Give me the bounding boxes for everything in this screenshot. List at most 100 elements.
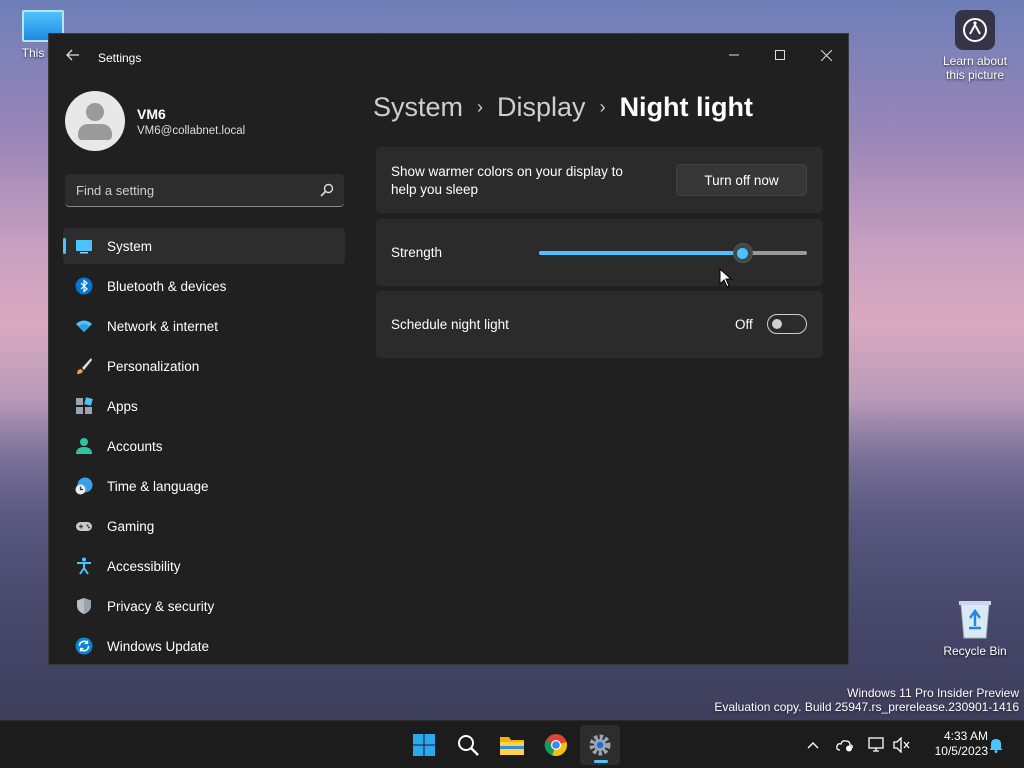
file-explorer-button[interactable] xyxy=(492,725,532,765)
strength-slider[interactable] xyxy=(539,243,807,263)
sidebar-item-label: Bluetooth & devices xyxy=(107,278,227,294)
watermark-line-1: Windows 11 Pro Insider Preview xyxy=(847,686,1019,700)
desktop-icon-label: Learn about this picture xyxy=(942,54,1008,82)
network-wired-icon xyxy=(868,737,884,752)
shield-icon xyxy=(77,598,91,614)
sidebar-item-label: Privacy & security xyxy=(107,598,215,614)
chrome-button[interactable] xyxy=(536,725,576,765)
turn-off-now-button[interactable]: Turn off now xyxy=(676,164,807,196)
search-input[interactable] xyxy=(65,174,305,206)
sidebar-item-network[interactable]: Network & internet xyxy=(63,308,345,344)
sidebar-item-accounts[interactable]: Accounts xyxy=(63,428,345,464)
schedule-label: Schedule night light xyxy=(391,317,509,332)
sidebar-item-label: Personalization xyxy=(107,358,200,374)
file-explorer-icon xyxy=(500,737,524,755)
sidebar-item-label: System xyxy=(107,238,153,254)
minimize-button[interactable] xyxy=(711,40,757,70)
user-name: VM6 xyxy=(137,106,166,122)
sidebar-item-label: Accessibility xyxy=(107,558,181,574)
update-icon xyxy=(75,637,93,655)
start-button[interactable] xyxy=(404,725,444,765)
network-tray-button[interactable] xyxy=(867,735,887,755)
sidebar-item-privacy-security[interactable]: Privacy & security xyxy=(63,588,345,624)
desktop-icon-recycle-bin[interactable]: Recycle Bin xyxy=(940,598,1010,658)
schedule-card: Schedule night light Off xyxy=(376,291,823,358)
sidebar-item-personalization[interactable]: Personalization xyxy=(63,348,345,384)
slider-thumb[interactable] xyxy=(732,243,753,263)
minimize-icon xyxy=(729,54,739,56)
notifications-button[interactable] xyxy=(986,735,1006,755)
brush-icon xyxy=(77,358,92,374)
page-title: Night light xyxy=(619,92,754,122)
title-bar[interactable]: Settings xyxy=(49,34,848,82)
globe-clock-icon xyxy=(75,477,93,495)
taskbar-search-button[interactable] xyxy=(448,725,488,765)
watermark-line-2: Evaluation copy. Build 25947.rs_prerelea… xyxy=(714,700,1019,714)
app-title: Settings xyxy=(98,51,142,65)
avatar[interactable] xyxy=(65,91,125,151)
maximize-icon xyxy=(775,50,785,60)
person-icon xyxy=(76,438,92,454)
search-icon xyxy=(458,735,479,756)
monitor-icon xyxy=(76,240,92,254)
sidebar-item-windows-update[interactable]: Windows Update xyxy=(63,628,345,664)
desktop-icon-learn-about-picture[interactable]: Learn about this picture xyxy=(940,10,1010,82)
night-light-card: Show warmer colors on your display to he… xyxy=(376,147,823,213)
mouse-cursor-icon xyxy=(719,268,733,288)
accessibility-icon xyxy=(77,557,91,575)
toggle-state-label: Off xyxy=(735,317,753,332)
breadcrumb: System › Display › Night light xyxy=(373,92,753,123)
show-hidden-icons-button[interactable] xyxy=(803,735,823,755)
settings-window: Settings VM6 VM6@collabnet.local System … xyxy=(48,33,849,665)
bell-icon xyxy=(989,739,1003,753)
search-box[interactable] xyxy=(65,174,344,207)
chrome-icon xyxy=(544,734,567,757)
sidebar-item-label: Gaming xyxy=(107,518,155,534)
wifi-icon xyxy=(76,320,92,332)
sidebar-item-label: Time & language xyxy=(107,478,209,494)
onedrive-tray-button[interactable] xyxy=(835,735,855,755)
gamepad-icon xyxy=(76,522,92,531)
sidebar-item-label: Accounts xyxy=(107,438,163,454)
desktop-icon-label: Recycle Bin xyxy=(943,644,1007,658)
strength-card: Strength xyxy=(376,219,823,286)
sidebar-nav: System Bluetooth & devices Network & int… xyxy=(63,228,345,664)
user-email: VM6@collabnet.local xyxy=(137,125,246,137)
sidebar-item-label: Windows Update xyxy=(107,638,210,654)
sidebar-item-label: Apps xyxy=(107,398,138,414)
sidebar-item-system[interactable]: System xyxy=(63,228,345,264)
settings-taskbar-button[interactable] xyxy=(580,725,620,765)
settings-icon xyxy=(589,734,611,756)
bluetooth-icon xyxy=(75,277,93,295)
chevron-up-icon xyxy=(807,742,819,749)
sidebar-item-label: Network & internet xyxy=(107,318,219,334)
back-button[interactable] xyxy=(63,48,83,68)
maximize-button[interactable] xyxy=(757,40,803,70)
strength-label: Strength xyxy=(391,245,443,260)
sidebar-item-bluetooth[interactable]: Bluetooth & devices xyxy=(63,268,345,304)
start-icon xyxy=(413,734,435,756)
clock-date: 10/5/2023 xyxy=(934,744,988,758)
toggle-knob xyxy=(772,319,782,329)
volume-tray-button[interactable] xyxy=(892,735,912,755)
build-watermark: Windows 11 Pro Insider Preview Evaluatio… xyxy=(714,686,1019,714)
chevron-right-icon: › xyxy=(599,97,606,117)
speaker-muted-icon xyxy=(893,737,910,753)
breadcrumb-system[interactable]: System xyxy=(373,92,463,123)
schedule-toggle[interactable] xyxy=(767,314,807,334)
sidebar-item-time-language[interactable]: Time & language xyxy=(63,468,345,504)
clock-time: 4:33 AM xyxy=(943,729,988,743)
search-icon[interactable] xyxy=(320,183,334,197)
slider-fill xyxy=(539,251,743,255)
breadcrumb-display[interactable]: Display xyxy=(497,92,586,123)
taskbar-clock[interactable]: 4:33 AM 10/5/2023 xyxy=(918,729,988,759)
sidebar-item-apps[interactable]: Apps xyxy=(63,388,345,424)
apps-icon xyxy=(76,397,93,414)
cloud-sync-icon xyxy=(836,740,853,752)
close-button[interactable] xyxy=(803,40,848,70)
taskbar: 4:33 AM 10/5/2023 xyxy=(0,720,1024,768)
sidebar-item-accessibility[interactable]: Accessibility xyxy=(63,548,345,584)
sidebar-item-gaming[interactable]: Gaming xyxy=(63,508,345,544)
close-icon xyxy=(820,49,832,61)
chevron-right-icon: › xyxy=(477,97,484,117)
